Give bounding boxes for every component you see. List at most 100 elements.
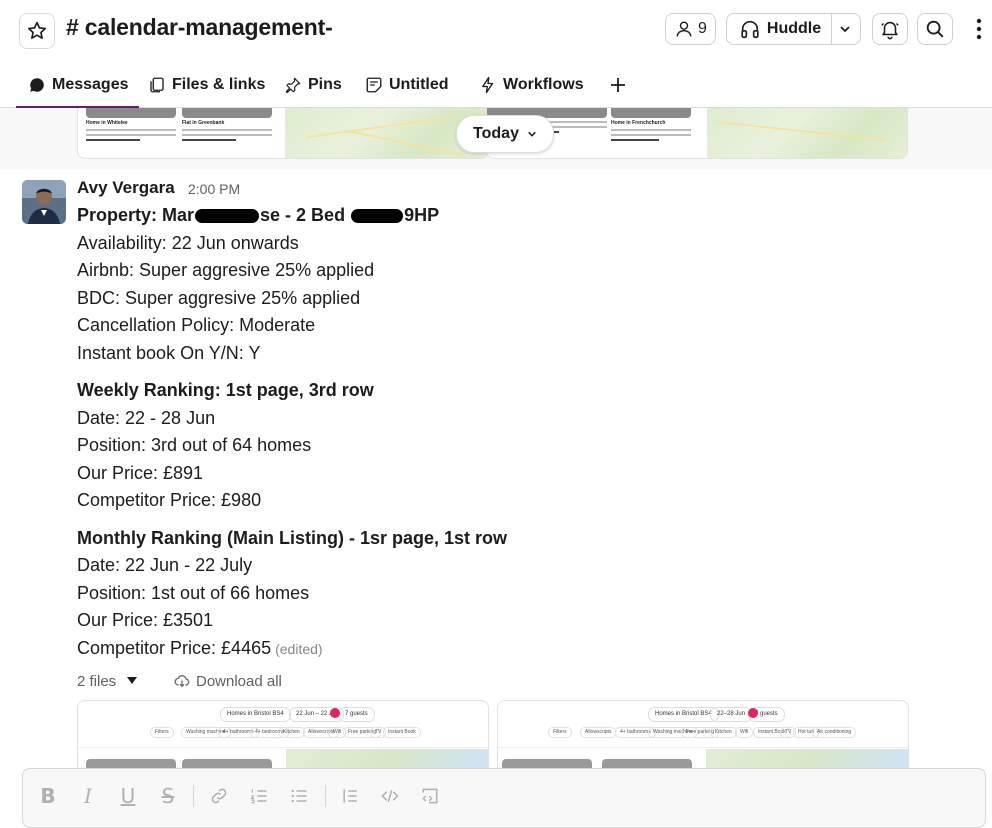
- bold-button[interactable]: B: [35, 783, 61, 809]
- search-button[interactable]: [917, 13, 953, 45]
- search-dot: [748, 708, 758, 718]
- huddle-label: Huddle: [766, 20, 822, 37]
- channel-name[interactable]: # calendar-management-: [66, 14, 333, 41]
- search-dot: [330, 708, 340, 718]
- blockquote-icon: [343, 789, 357, 803]
- listing-title: Home in Frenchchurch: [611, 120, 666, 126]
- message-composer[interactable]: B I U S: [22, 768, 986, 828]
- toolbar-divider: [193, 785, 194, 807]
- underline-icon: U: [120, 784, 136, 808]
- monthly-ranking-heading: Monthly Ranking (Main Listing) - 1sr pag…: [77, 528, 508, 548]
- profile-photo: [22, 180, 66, 224]
- filter-chip: Kitchen: [710, 727, 737, 738]
- filter-chip: Instant Book: [383, 727, 421, 738]
- filter-chip: Kitchen: [278, 727, 305, 738]
- files-count: 2 files: [77, 672, 117, 690]
- tab-pins[interactable]: Pins: [284, 62, 342, 107]
- weekly-ranking-heading: Weekly Ranking: 1st page, 3rd row: [77, 380, 374, 400]
- message-line: Cancellation Policy: Moderate: [77, 315, 316, 335]
- code-button[interactable]: [377, 783, 403, 809]
- chat-bubble-icon: [30, 77, 44, 92]
- tab-messages[interactable]: Messages: [16, 62, 138, 108]
- bold-icon: B: [40, 784, 56, 808]
- filter-chip: Wifi: [735, 727, 754, 738]
- canvas-icon: [366, 77, 382, 92]
- channel-header: # calendar-management- 9 Huddle: [0, 0, 992, 62]
- listing-card: Home in Frenchchurch: [611, 108, 691, 156]
- star-channel-button[interactable]: [19, 13, 55, 49]
- add-tab-button[interactable]: [609, 62, 627, 107]
- tab-workflows[interactable]: Workflows: [479, 62, 584, 107]
- more-options-button[interactable]: [970, 16, 988, 42]
- member-count: 9: [698, 20, 707, 37]
- listing-title: Flat in Greenbank: [182, 120, 225, 126]
- numbered-list-icon: [250, 789, 267, 804]
- tab-label: Pins: [308, 75, 342, 93]
- chevron-down-icon: [840, 26, 850, 33]
- redaction-mark: [351, 209, 404, 224]
- strikethrough-icon: S: [161, 784, 175, 808]
- italic-icon: I: [84, 784, 92, 808]
- filter-chip: Filters: [548, 727, 572, 738]
- message-line-last: Competitor Price: £4465 (edited): [77, 636, 323, 661]
- italic-button[interactable]: I: [75, 783, 101, 809]
- cloud-download-icon: [174, 675, 190, 688]
- toolbar-divider: [325, 785, 326, 807]
- files-toggle[interactable]: 2 files: [77, 670, 138, 692]
- message-timestamp[interactable]: 2:00 PM: [188, 181, 240, 197]
- bulleted-list-button[interactable]: [286, 783, 312, 809]
- tab-files-links[interactable]: Files & links: [148, 62, 265, 107]
- message-line: Date: 22 Jun - 22 July: [77, 555, 253, 575]
- code-block-icon: [422, 788, 438, 804]
- tab-label: Untitled: [389, 75, 449, 93]
- avatar[interactable]: [22, 180, 66, 224]
- attachment-thumbnail[interactable]: Home in Whitelee Flat in Greenbank: [77, 108, 489, 159]
- message-line: Date: 22 - 28 Jun: [77, 408, 216, 428]
- message-line: Airbnb: Super aggresive 25% applied: [77, 260, 375, 280]
- huddle-button[interactable]: Huddle: [729, 14, 833, 44]
- star-icon: [27, 21, 47, 39]
- code-icon: [381, 789, 399, 803]
- bulleted-list-icon: [291, 789, 307, 803]
- date-divider-label: Today: [473, 125, 519, 142]
- code-block-button[interactable]: [417, 783, 443, 809]
- filter-chip: Allowscripts: [580, 727, 617, 738]
- listing-title: Home in Whitelee: [86, 120, 128, 126]
- bell-icon: [881, 21, 899, 40]
- date-divider-button[interactable]: Today: [456, 115, 554, 153]
- members-button[interactable]: 9: [665, 13, 716, 45]
- notifications-button[interactable]: [872, 13, 908, 45]
- headphones-icon: [741, 20, 759, 39]
- message-line: Competitor Price: £4465: [77, 638, 272, 658]
- tab-untitled-canvas[interactable]: Untitled: [365, 62, 449, 107]
- tab-label: Messages: [52, 75, 129, 93]
- property-mid: se - 2 Bed: [260, 205, 351, 225]
- download-all-label: Download all: [196, 672, 282, 690]
- link-button[interactable]: [206, 783, 232, 809]
- property-line: Property: Mar se - 2 Bed 9HP: [77, 203, 439, 227]
- search-pill: Homes in Bristol BS4: [648, 707, 719, 722]
- kebab-icon: [976, 18, 982, 40]
- screenshot-search-bar: Homes in Bristol BS4 22 Jun – 22 Jul 7 g…: [78, 701, 488, 748]
- message-author[interactable]: Avy Vergara: [77, 178, 175, 198]
- message-line: Our Price: £3501: [77, 610, 214, 630]
- underline-button[interactable]: U: [115, 783, 141, 809]
- message-line: Position: 3rd out of 64 homes: [77, 435, 312, 455]
- map-preview: [707, 108, 907, 158]
- chevron-down-icon: [528, 131, 536, 137]
- message-line: Position: 1st out of 66 homes: [77, 583, 310, 603]
- link-icon: [211, 788, 227, 804]
- search-icon: [926, 20, 944, 38]
- message-line: Instant book On Y/N: Y: [77, 343, 261, 363]
- property-suffix: 9HP: [404, 205, 440, 225]
- download-all-button[interactable]: Download all: [174, 670, 282, 692]
- channel-tabs: Messages Files & links Pins Untitled Wor…: [0, 62, 992, 108]
- strikethrough-button[interactable]: S: [155, 783, 181, 809]
- huddle-options-button[interactable]: [832, 14, 858, 44]
- message-line: Availability: 22 Jun onwards: [77, 233, 299, 253]
- plus-icon: [611, 77, 625, 92]
- dates-pill: 22–28 Jun: [710, 707, 753, 722]
- numbered-list-button[interactable]: [246, 783, 272, 809]
- message-line: Competitor Price: £980: [77, 490, 262, 510]
- blockquote-button[interactable]: [337, 783, 363, 809]
